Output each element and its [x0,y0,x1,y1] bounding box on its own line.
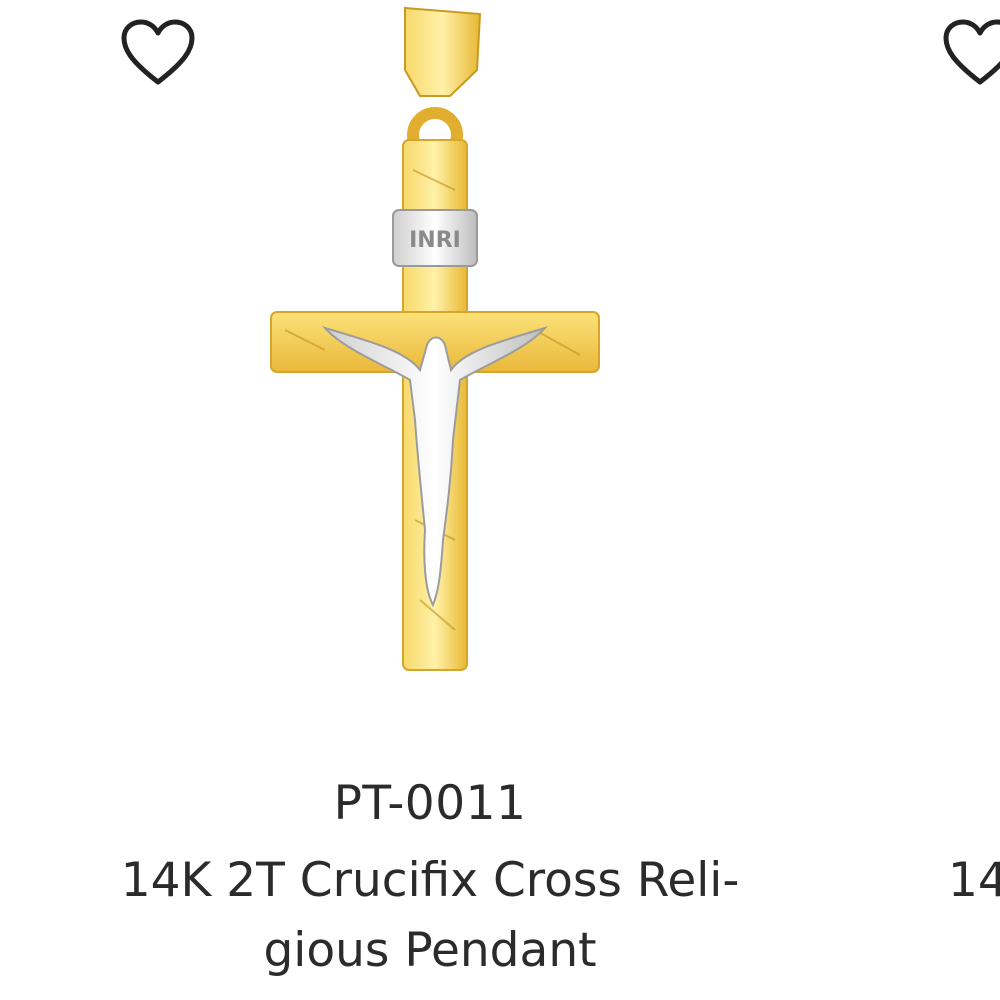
product-card[interactable]: INRI PT-0011 14K 2T Crucifix Cross Reli-… [0,0,860,1000]
product-image[interactable]: INRI [255,0,615,700]
product-title-line: gious Pendant [263,923,597,978]
crucifix-pendant-image: INRI [270,6,600,671]
heart-outline-icon [120,18,196,90]
heart-outline-icon [942,18,1000,90]
inri-inscription: INRI [409,228,461,253]
product-card-next[interactable]: 14 [860,0,1000,1000]
product-title[interactable]: 14 [948,846,1000,916]
wishlist-button[interactable] [120,18,196,90]
product-sku: PT-0011 [333,776,527,831]
wishlist-button[interactable] [942,18,1000,90]
product-title[interactable]: 14K 2T Crucifix Cross Reli- gious Pendan… [110,846,750,986]
product-title-line: 14K 2T Crucifix Cross Reli- [120,853,740,908]
